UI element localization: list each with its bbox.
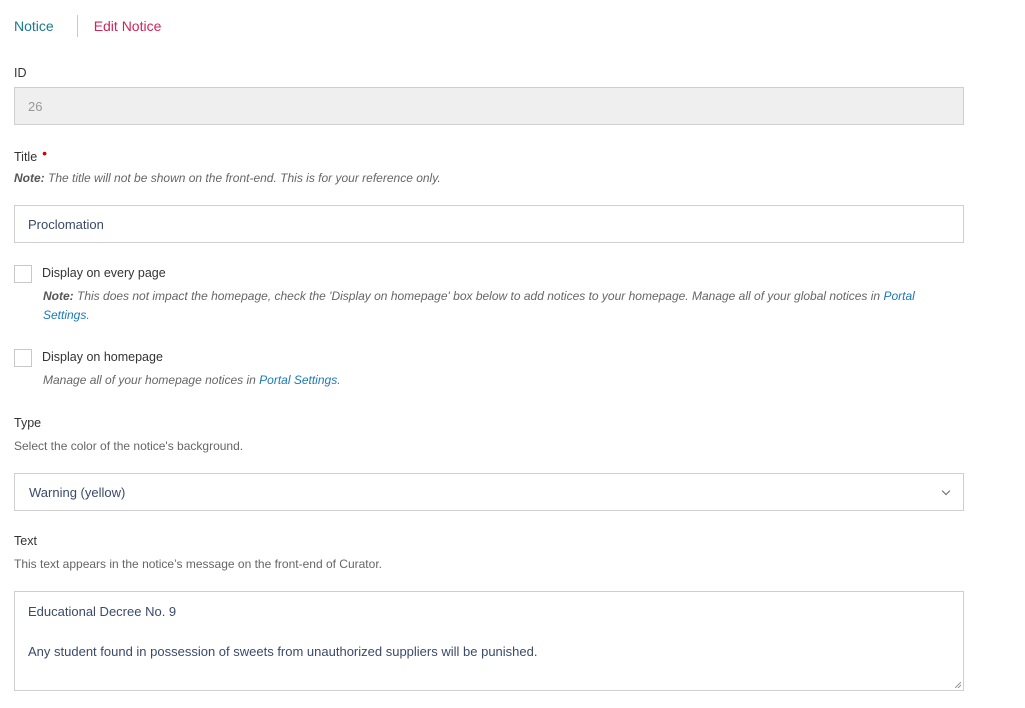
title-label-text: Title <box>14 150 38 164</box>
resize-handle-icon[interactable] <box>955 682 961 688</box>
type-help: Select the color of the notice's backgro… <box>14 439 244 453</box>
portal-settings-link-homepage[interactable]: Portal Settings <box>259 373 337 387</box>
display-homepage-label[interactable]: Display on homepage <box>42 350 163 364</box>
type-selected-value: Warning (yellow) <box>29 484 126 500</box>
text-blank-line <box>28 622 950 642</box>
text-label: Text <box>14 534 37 548</box>
type-label: Type <box>14 416 42 430</box>
title-input[interactable] <box>14 205 964 243</box>
required-indicator: • <box>42 145 48 161</box>
display-every-page-label[interactable]: Display on every page <box>42 266 166 280</box>
breadcrumb-notice-link[interactable]: Notice <box>14 18 54 34</box>
every-page-note-suffix: . <box>86 308 90 322</box>
id-label: ID <box>14 66 27 80</box>
title-note-prefix: Note: <box>14 171 45 185</box>
display-every-page-note: Note: This does not impact the homepage,… <box>43 287 963 325</box>
breadcrumb: Notice Edit Notice <box>14 14 161 38</box>
id-input <box>14 87 964 125</box>
display-homepage-checkbox[interactable] <box>14 349 32 367</box>
text-line-2: Any student found in possession of sweet… <box>28 644 538 659</box>
display-every-page-checkbox[interactable] <box>14 265 32 283</box>
title-label: Title • <box>14 145 48 164</box>
text-line-1: Educational Decree No. 9 <box>28 604 177 619</box>
title-note: Note: The title will not be shown on the… <box>14 169 441 188</box>
chevron-down-icon <box>941 486 951 495</box>
every-page-note-prefix: Note: <box>43 289 74 303</box>
breadcrumb-current: Edit Notice <box>93 18 162 34</box>
title-note-text: The title will not be shown on the front… <box>48 171 441 185</box>
text-textarea[interactable]: Educational Decree No. 9 Any student fou… <box>14 591 964 691</box>
text-help: This text appears in the notice’s messag… <box>14 557 382 571</box>
homepage-note-text: Manage all of your homepage notices in <box>43 373 256 387</box>
type-select[interactable]: Warning (yellow) <box>14 473 964 511</box>
display-homepage-note: Manage all of your homepage notices in P… <box>43 371 341 390</box>
every-page-note-text: This does not impact the homepage, check… <box>77 289 881 303</box>
homepage-note-suffix: . <box>337 373 341 387</box>
breadcrumb-divider <box>76 15 78 37</box>
